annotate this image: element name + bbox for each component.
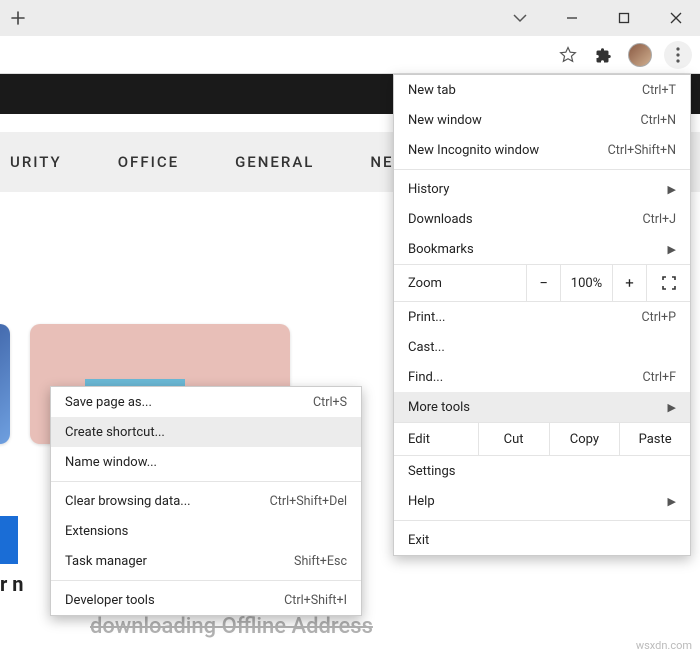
menu-shortcut: Ctrl+S <box>313 395 347 410</box>
menu-item-label: Cast... <box>408 340 676 355</box>
menu-shortcut: Ctrl+T <box>642 83 676 98</box>
menu-item-label: Downloads <box>408 212 643 227</box>
menu-item-label: Bookmarks <box>408 242 662 257</box>
extensions-puzzle-icon[interactable] <box>592 43 616 67</box>
partial-text: r n <box>0 572 24 596</box>
card-decoration <box>0 516 18 564</box>
menu-item-label: Help <box>408 494 662 509</box>
window-titlebar <box>0 0 700 36</box>
menu-shortcut: Shift+Esc <box>294 554 347 569</box>
submenu-clear-data[interactable]: Clear browsing data... Ctrl+Shift+Del <box>51 486 361 516</box>
chevron-right-icon: ▶ <box>662 401 676 414</box>
menu-item-label: Clear browsing data... <box>65 494 270 509</box>
menu-shortcut: Ctrl+F <box>642 370 676 385</box>
site-watermark: wsxdn.com <box>636 639 692 652</box>
tabs-dropdown-icon[interactable] <box>500 2 540 34</box>
article-card[interactable]: ag vin <box>0 324 10 444</box>
zoom-label: Zoom <box>394 276 526 291</box>
menu-zoom-row: Zoom − 100% + <box>394 264 690 302</box>
menu-find[interactable]: Find... Ctrl+F <box>394 362 690 392</box>
menu-item-label: Settings <box>408 464 676 479</box>
menu-item-label: Exit <box>408 533 676 548</box>
chevron-right-icon: ▶ <box>662 183 676 196</box>
menu-separator <box>51 481 361 482</box>
menu-separator <box>51 580 361 581</box>
chevron-right-icon: ▶ <box>662 495 676 508</box>
zoom-value: 100% <box>560 265 612 301</box>
menu-item-label: Developer tools <box>65 593 284 608</box>
menu-item-label: Save page as... <box>65 395 313 410</box>
nav-item[interactable]: GENERAL <box>231 147 318 177</box>
zoom-out-button[interactable]: − <box>526 265 560 301</box>
chrome-menu-button[interactable] <box>664 41 692 69</box>
menu-item-label: Task manager <box>65 554 294 569</box>
submenu-developer-tools[interactable]: Developer tools Ctrl+Shift+I <box>51 585 361 615</box>
close-button[interactable] <box>656 2 696 34</box>
more-tools-submenu: Save page as... Ctrl+S Create shortcut..… <box>50 386 362 616</box>
menu-new-window[interactable]: New window Ctrl+N <box>394 105 690 135</box>
menu-shortcut: Ctrl+P <box>642 310 676 325</box>
menu-item-label: New window <box>408 113 640 128</box>
menu-item-label: History <box>408 182 662 197</box>
menu-separator <box>394 169 690 170</box>
zoom-in-button[interactable]: + <box>612 265 646 301</box>
edit-label: Edit <box>394 432 478 447</box>
menu-help[interactable]: Help ▶ <box>394 486 690 516</box>
menu-item-label: New tab <box>408 83 642 98</box>
minimize-button[interactable] <box>552 2 592 34</box>
chrome-main-menu: New tab Ctrl+T New window Ctrl+N New Inc… <box>393 74 691 556</box>
copy-button[interactable]: Copy <box>549 423 620 455</box>
menu-item-label: Print... <box>408 310 642 325</box>
submenu-save-page[interactable]: Save page as... Ctrl+S <box>51 387 361 417</box>
menu-item-label: Name window... <box>65 455 347 470</box>
submenu-create-shortcut[interactable]: Create shortcut... <box>51 417 361 447</box>
menu-item-label: New Incognito window <box>408 143 608 158</box>
menu-separator <box>394 520 690 521</box>
fullscreen-button[interactable] <box>646 265 690 301</box>
submenu-name-window[interactable]: Name window... <box>51 447 361 477</box>
chevron-right-icon: ▶ <box>662 243 676 256</box>
submenu-extensions[interactable]: Extensions <box>51 516 361 546</box>
menu-downloads[interactable]: Downloads Ctrl+J <box>394 204 690 234</box>
article-headline: downloading Offline Address <box>90 614 373 639</box>
profile-avatar[interactable] <box>628 43 652 67</box>
menu-shortcut: Ctrl+J <box>643 212 677 227</box>
menu-cast[interactable]: Cast... <box>394 332 690 362</box>
menu-new-tab[interactable]: New tab Ctrl+T <box>394 75 690 105</box>
new-tab-button[interactable] <box>4 4 32 32</box>
nav-item[interactable]: URITY <box>6 147 66 177</box>
bookmark-star-icon[interactable] <box>556 43 580 67</box>
menu-more-tools[interactable]: More tools ▶ <box>394 392 690 422</box>
menu-edit-row: Edit Cut Copy Paste <box>394 422 690 456</box>
menu-item-label: Find... <box>408 370 642 385</box>
menu-item-label: More tools <box>408 400 662 415</box>
paste-button[interactable]: Paste <box>619 423 690 455</box>
menu-bookmarks[interactable]: Bookmarks ▶ <box>394 234 690 264</box>
submenu-task-manager[interactable]: Task manager Shift+Esc <box>51 546 361 576</box>
nav-item[interactable]: OFFICE <box>114 147 183 177</box>
menu-shortcut: Ctrl+Shift+I <box>284 593 347 608</box>
menu-settings[interactable]: Settings <box>394 456 690 486</box>
cut-button[interactable]: Cut <box>478 423 549 455</box>
maximize-button[interactable] <box>604 2 644 34</box>
menu-print[interactable]: Print... Ctrl+P <box>394 302 690 332</box>
menu-shortcut: Ctrl+N <box>640 113 676 128</box>
menu-shortcut: Ctrl+Shift+N <box>608 143 676 158</box>
menu-exit[interactable]: Exit <box>394 525 690 555</box>
menu-item-label: Create shortcut... <box>65 425 347 440</box>
menu-history[interactable]: History ▶ <box>394 174 690 204</box>
menu-shortcut: Ctrl+Shift+Del <box>270 494 347 509</box>
menu-new-incognito[interactable]: New Incognito window Ctrl+Shift+N <box>394 135 690 165</box>
menu-item-label: Extensions <box>65 524 347 539</box>
browser-toolbar <box>0 36 700 74</box>
